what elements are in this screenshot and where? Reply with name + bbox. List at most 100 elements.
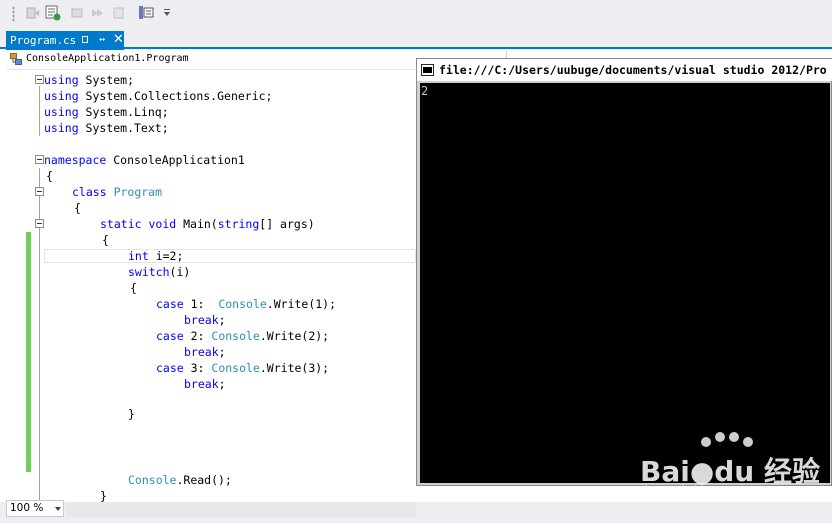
code-line-rd[interactable]: Console.Read(); (44, 472, 232, 488)
code-token: } (128, 407, 135, 421)
code-line-sw[interactable]: switch(i) (44, 264, 190, 280)
type-token: Console (211, 361, 260, 375)
tab-label: Program.cs (10, 34, 77, 47)
change-tracking-bar (26, 232, 31, 472)
dropdown-arrow-icon[interactable] (55, 507, 61, 511)
tab-accent-line (0, 47, 832, 49)
keyword-token: case (156, 329, 184, 343)
code-line-e4[interactable]: } (44, 406, 135, 422)
keyword-token: using (44, 105, 79, 119)
baidu-watermark: Bai●du 经验 jingyan.baidu.com (640, 432, 820, 502)
code-token: .Read(); (176, 473, 232, 487)
keyword-token: static (100, 217, 142, 231)
code-token: .Write(1); (266, 297, 337, 311)
code-line-ii[interactable]: int i=2; (44, 248, 183, 264)
type-token: Console (211, 329, 260, 343)
code-line-mn[interactable]: static void Main(string[] args) (44, 216, 315, 232)
toolbar (0, 0, 832, 29)
code-line-k1[interactable]: break; (44, 312, 226, 328)
collapse-icon[interactable] (35, 75, 44, 84)
step-over-icon[interactable] (24, 4, 42, 22)
keyword-token: break (184, 345, 219, 359)
code-line-u1[interactable]: using System; (44, 72, 134, 88)
code-editor[interactable]: using System; using System.Collections.Ge… (6, 70, 416, 502)
code-token: ; (218, 345, 226, 359)
code-line-b2[interactable]: { (44, 200, 81, 216)
type-token: Console (218, 297, 267, 311)
build-icon[interactable] (44, 4, 62, 22)
code-token: (i) (169, 265, 191, 279)
code-token: i=2; (148, 249, 184, 263)
keyword-token: using (44, 121, 79, 135)
code-line-b1[interactable]: { (44, 168, 53, 184)
zoom-level: 100 % (10, 502, 44, 514)
code-line-k2[interactable]: break; (44, 344, 226, 360)
code-token: System; (78, 73, 135, 87)
code-line-c2[interactable]: case 2: Console.Write(2); (44, 328, 329, 344)
code-token: System.Text; (78, 121, 169, 135)
keyword-token: case (156, 297, 184, 311)
code-token: 3: (183, 361, 212, 375)
code-line-b3[interactable]: { (44, 232, 109, 248)
keyword-token: case (156, 361, 184, 375)
watermark-url: jingyan.baidu.com (642, 484, 735, 495)
console-output: 2 (421, 84, 429, 98)
keyword-token: class (72, 185, 107, 199)
code-line-u2[interactable]: using System.Collections.Generic; (44, 88, 273, 104)
type-scope-dropdown[interactable]: ConsoleApplication1.Program (26, 53, 189, 64)
lock-icon (82, 36, 88, 43)
keyword-token: break (184, 377, 219, 391)
code-token: 2: (183, 329, 212, 343)
console-output-area[interactable]: 2 (420, 83, 830, 483)
keyword-token: int (128, 249, 149, 263)
type-token: Console (128, 473, 177, 487)
code-line-k3[interactable]: break; (44, 376, 226, 392)
breakpoint-icon[interactable] (110, 4, 128, 22)
collapse-icon[interactable] (35, 219, 44, 228)
console-title-bar[interactable]: file:///C:/Users/uubuge/documents/visual… (417, 59, 832, 81)
keyword-token: using (44, 89, 79, 103)
comment-icon[interactable] (68, 4, 86, 22)
code-token: ConsoleApplication1 (106, 153, 245, 167)
type-token: Program (113, 185, 163, 199)
code-token: } (100, 489, 107, 502)
overflow-bar-icon (164, 9, 170, 10)
code-line-u3[interactable]: using System.Linq; (44, 104, 169, 120)
pin-icon[interactable]: ↔ (99, 34, 105, 46)
code-line-u4[interactable]: using System.Text; (44, 120, 169, 136)
code-token: System.Linq; (78, 105, 169, 119)
horizontal-scrollbar[interactable] (66, 502, 416, 517)
code-token: System.Collections.Generic; (78, 89, 273, 103)
code-line-c3[interactable]: case 3: Console.Write(3); (44, 360, 329, 376)
code-line-b4[interactable]: { (44, 280, 137, 296)
keyword-token: using (44, 73, 79, 87)
code-line-c1[interactable]: case 1: Console.Write(1); (44, 296, 336, 312)
outline-guide (39, 86, 40, 136)
keyword-token: switch (128, 265, 170, 279)
properties-icon[interactable] (138, 4, 156, 22)
code-token: { (102, 233, 109, 247)
collapse-icon[interactable] (35, 187, 44, 196)
toolbar-grip-icon[interactable] (12, 6, 15, 22)
keyword-token: string (217, 217, 260, 231)
code-token: .Write(3); (259, 361, 330, 375)
zoom-dropdown[interactable]: 100 % (6, 500, 64, 517)
close-icon[interactable]: ✕ (113, 32, 124, 48)
code-line-cl[interactable]: class Program (44, 184, 162, 200)
class-icon (10, 53, 22, 65)
bookmark-icon[interactable] (88, 4, 106, 22)
code-line-ns[interactable]: namespace ConsoleApplication1 (44, 152, 245, 168)
code-token: { (46, 169, 53, 183)
code-token: ; (218, 377, 226, 391)
chevron-down-icon[interactable] (164, 12, 170, 16)
code-token: { (130, 281, 137, 295)
code-token: 1: (183, 297, 219, 311)
code-token: .Write(2); (259, 329, 330, 343)
console-window[interactable]: file:///C:/Users/uubuge/documents/visual… (416, 58, 832, 486)
keyword-token: void (148, 217, 177, 231)
code-token: { (74, 201, 81, 215)
console-app-icon (421, 64, 434, 76)
collapse-icon[interactable] (35, 155, 44, 164)
code-token: [] args) (259, 217, 315, 231)
